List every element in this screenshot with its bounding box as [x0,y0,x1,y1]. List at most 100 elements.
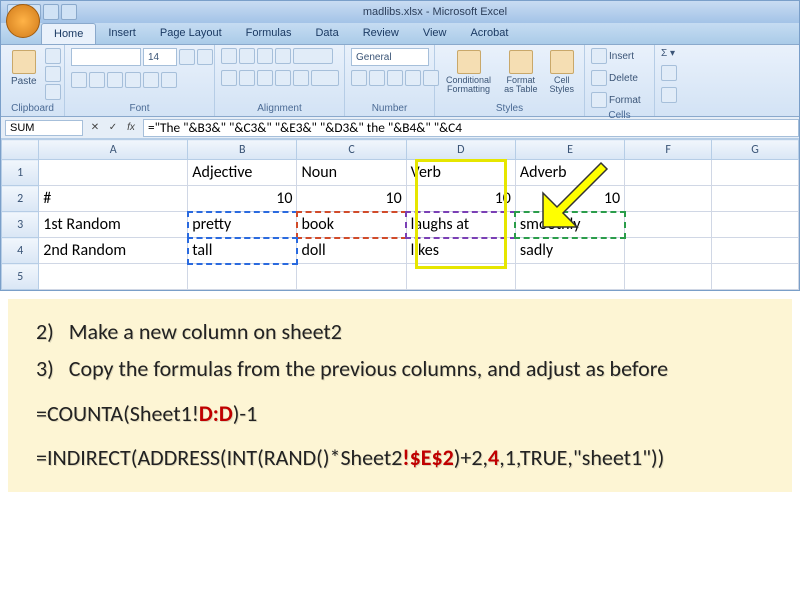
col-header-e[interactable]: E [515,140,624,160]
enter-formula-icon[interactable]: ✓ [105,120,121,136]
grow-font-icon[interactable] [179,49,195,65]
align-left-icon[interactable] [221,70,237,86]
cell-d2[interactable]: 10 [406,186,515,212]
cell-e5[interactable] [515,264,624,290]
tab-view[interactable]: View [411,23,459,44]
bold-icon[interactable] [71,72,87,88]
tab-home[interactable]: Home [41,23,96,44]
underline-icon[interactable] [107,72,123,88]
wrap-text-icon[interactable] [293,48,333,64]
cell-g4[interactable] [712,238,799,264]
format-cells-icon[interactable] [591,92,607,108]
cell-a1[interactable] [39,160,188,186]
cell-b1[interactable]: Adjective [188,160,297,186]
comma-icon[interactable] [387,70,403,86]
fill-icon[interactable] [661,65,677,81]
row-header-4[interactable]: 4 [2,238,39,264]
cut-icon[interactable] [45,48,61,64]
border-icon[interactable] [125,72,141,88]
name-box[interactable] [5,120,83,136]
cell-b5[interactable] [188,264,297,290]
increase-indent-icon[interactable] [293,70,309,86]
accounting-icon[interactable] [351,70,367,86]
shrink-font-icon[interactable] [197,49,213,65]
font-size-combo[interactable]: 14 [143,48,177,66]
font-family-combo[interactable] [71,48,141,66]
col-header-g[interactable]: G [712,140,799,160]
italic-icon[interactable] [89,72,105,88]
cell-c4[interactable]: doll [297,238,406,264]
cell-g2[interactable] [712,186,799,212]
fx-icon[interactable]: fx [123,120,139,136]
cell-a3[interactable]: 1st Random [39,212,188,238]
orientation-icon[interactable] [275,48,291,64]
align-right-icon[interactable] [257,70,273,86]
increase-decimal-icon[interactable] [405,70,421,86]
align-top-icon[interactable] [221,48,237,64]
tab-review[interactable]: Review [351,23,411,44]
tab-formulas[interactable]: Formulas [234,23,304,44]
tab-page-layout[interactable]: Page Layout [148,23,234,44]
cell-a2[interactable]: # [39,186,188,212]
row-header-3[interactable]: 3 [2,212,39,238]
cell-e4[interactable]: sadly [515,238,624,264]
autosum-icon[interactable]: Σ ▾ [661,48,675,59]
qat-more-icon[interactable] [61,4,77,20]
cell-f3[interactable] [625,212,712,238]
cell-g3[interactable] [712,212,799,238]
cell-g1[interactable] [712,160,799,186]
fill-color-icon[interactable] [143,72,159,88]
conditional-formatting-button[interactable]: Conditional Formatting [441,48,496,96]
tab-data[interactable]: Data [303,23,350,44]
cell-a5[interactable] [39,264,188,290]
office-button[interactable] [6,4,40,38]
cell-a4[interactable]: 2nd Random [39,238,188,264]
paste-button[interactable]: Paste [7,48,41,89]
cell-c2[interactable]: 10 [297,186,406,212]
cell-c5[interactable] [297,264,406,290]
cell-b3[interactable]: pretty [188,212,297,238]
align-middle-icon[interactable] [239,48,255,64]
format-as-table-button[interactable]: Format as Table [500,48,541,96]
cell-e1[interactable]: Adverb [515,160,624,186]
percent-icon[interactable] [369,70,385,86]
redo-icon[interactable] [43,4,59,20]
cancel-formula-icon[interactable]: ✕ [87,120,103,136]
cell-d5[interactable] [406,264,515,290]
row-header-1[interactable]: 1 [2,160,39,186]
cell-d4[interactable]: likes [406,238,515,264]
cell-e2[interactable]: 10 [515,186,624,212]
cell-d1[interactable]: Verb [406,160,515,186]
number-format-combo[interactable]: General [351,48,429,66]
col-header-a[interactable]: A [39,140,188,160]
cell-styles-button[interactable]: Cell Styles [546,48,579,96]
cell-c1[interactable]: Noun [297,160,406,186]
cell-b4[interactable]: tall [188,238,297,264]
cell-e3[interactable]: smoothly [515,212,624,238]
align-bottom-icon[interactable] [257,48,273,64]
align-center-icon[interactable] [239,70,255,86]
cell-d3[interactable]: laughs at [406,212,515,238]
merge-center-icon[interactable] [311,70,339,86]
cell-b2[interactable]: 10 [188,186,297,212]
formula-input[interactable] [143,119,799,137]
cell-c3[interactable]: book [297,212,406,238]
col-header-d[interactable]: D [406,140,515,160]
col-header-f[interactable]: F [625,140,712,160]
cell-g5[interactable] [712,264,799,290]
copy-icon[interactable] [45,66,61,82]
tab-insert[interactable]: Insert [96,23,148,44]
format-painter-icon[interactable] [45,84,61,100]
cell-f2[interactable] [625,186,712,212]
clear-icon[interactable] [661,87,677,103]
tab-acrobat[interactable]: Acrobat [458,23,520,44]
row-header-5[interactable]: 5 [2,264,39,290]
decrease-indent-icon[interactable] [275,70,291,86]
delete-cells-icon[interactable] [591,70,607,86]
cell-f1[interactable] [625,160,712,186]
col-header-c[interactable]: C [297,140,406,160]
cell-f4[interactable] [625,238,712,264]
col-header-b[interactable]: B [188,140,297,160]
select-all-corner[interactable] [2,140,39,160]
insert-cells-icon[interactable] [591,48,607,64]
